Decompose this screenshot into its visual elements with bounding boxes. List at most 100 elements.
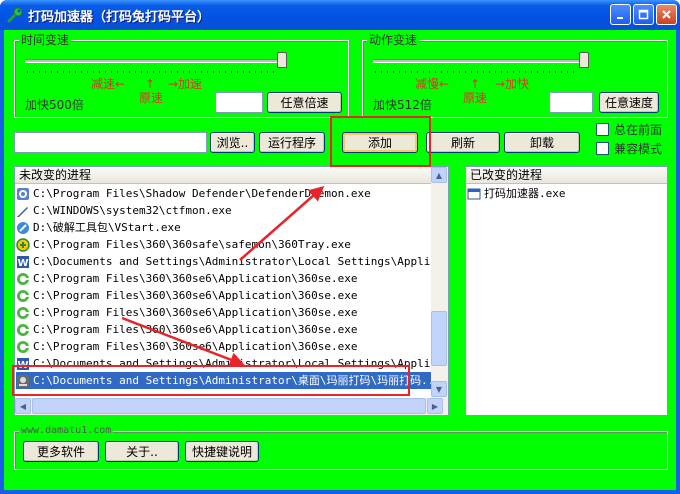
scroll-down-button[interactable]: ▼ [431, 381, 447, 397]
scroll-left-button[interactable]: ◀ [15, 398, 31, 414]
scroll-right-button[interactable]: ▶ [427, 398, 443, 414]
process-path: C:\Program Files\Shadow Defender\Defende… [33, 187, 371, 200]
process-path: C:\Program Files\360\360se6\Application\… [33, 340, 358, 353]
app-window: 打码加速器（打码兔打码平台） 时间变速 减速← ↑ →加速 原速 加快500倍 … [0, 0, 680, 494]
changed-list-header[interactable]: 已改变的进程 [466, 167, 667, 184]
program-path-input[interactable] [14, 132, 207, 153]
browser-icon [17, 289, 29, 302]
time-up-arrow: ↑ [145, 77, 156, 91]
unchanged-list-hscroll[interactable]: ◀ ▶ [15, 398, 448, 415]
browser-icon [17, 272, 29, 285]
tool-icon [17, 221, 29, 234]
svg-text:W: W [17, 258, 28, 269]
process-path: C:\Documents and Settings\Administrator\… [33, 374, 442, 387]
custom-time-speed-button[interactable]: 任意倍速 [267, 92, 342, 113]
action-original-label: 原速 [463, 91, 488, 105]
client-area: 时间变速 减速← ↑ →加速 原速 加快500倍 任意倍速 动作变速 减慢← ↑… [4, 30, 676, 490]
svg-text:W: W [17, 360, 28, 371]
changed-process-row[interactable]: 打码加速器.exe [467, 185, 667, 202]
changed-process-list[interactable]: 已改变的进程 打码加速器.exe [465, 166, 668, 416]
time-speed-group: 时间变速 减速← ↑ →加速 原速 加快500倍 任意倍速 [14, 33, 349, 118]
unchanged-list-vscroll[interactable]: ▲ ▼ [431, 167, 448, 398]
app-icon [17, 374, 29, 387]
time-speed-label: 时间变速 [19, 33, 72, 47]
always-on-top-label: 总在前面 [614, 123, 663, 137]
action-speed-label: 动作变速 [367, 33, 420, 47]
time-speed-input[interactable] [215, 92, 263, 113]
process-path: C:\Program Files\360\360se6\Application\… [33, 323, 358, 336]
shortcut-help-button[interactable]: 快捷键说明 [185, 441, 259, 462]
process-row[interactable]: W C:\Documents and Settings\Administrator… [16, 355, 448, 372]
hscroll-thumb[interactable] [32, 398, 426, 414]
compat-mode-checkbox[interactable] [596, 142, 609, 155]
run-program-button[interactable]: 运行程序 [259, 132, 325, 153]
action-speed-group: 动作变速 减慢← ↑ →加快 原速 加快512倍 任意速度 [362, 33, 668, 118]
time-speed-slider-track[interactable] [25, 59, 277, 63]
title-bar[interactable]: 打码加速器（打码兔打码平台） [0, 0, 680, 30]
footer-url-label: www.damatu1.com [19, 424, 114, 438]
close-icon [662, 10, 671, 19]
process-path: C:\Documents and Settings\Administrator\… [33, 255, 449, 268]
shield-icon [17, 187, 29, 200]
add-button[interactable]: 添加 [342, 132, 418, 153]
process-row[interactable]: C:\Program Files\360\360se6\Application\… [16, 270, 432, 287]
process-path: 打码加速器.exe [484, 187, 566, 200]
browser-icon [17, 323, 29, 336]
process-path: C:\Program Files\360\360se6\Application\… [33, 306, 358, 319]
minimize-icon [617, 17, 623, 19]
process-row[interactable]: D:\破解工具包\VStart.exe [16, 219, 432, 236]
time-speed-status: 加快500倍 [25, 98, 84, 112]
action-speed-slider-track[interactable] [373, 59, 579, 63]
process-row[interactable]: C:\Documents and Settings\Administrator\… [16, 372, 441, 389]
process-row[interactable]: C:\Program Files\360\360se6\Application\… [16, 338, 432, 355]
unload-button[interactable]: 卸载 [504, 132, 580, 153]
process-row[interactable]: C:\Program Files\360\360se6\Application\… [16, 287, 432, 304]
action-slow-label: 减慢← [415, 77, 450, 91]
action-speed-status: 加快512倍 [373, 98, 432, 112]
scroll-up-button[interactable]: ▲ [431, 167, 447, 183]
action-up-arrow: ↑ [470, 77, 481, 91]
maximize-icon [638, 9, 649, 20]
process-row[interactable]: C:\Program Files\360\360se6\Application\… [16, 304, 432, 321]
vscroll-thumb[interactable] [431, 311, 447, 366]
more-software-button[interactable]: 更多软件 [23, 441, 99, 462]
refresh-button[interactable]: 刷新 [426, 132, 500, 153]
unchanged-list-header[interactable]: 未改变的进程 [15, 167, 431, 184]
action-speed-slider-thumb[interactable] [579, 52, 589, 68]
process-row[interactable]: C:\Program Files\360\360safe\safemon\360… [16, 236, 432, 253]
minimize-button[interactable] [610, 4, 631, 25]
browser-icon [17, 306, 29, 319]
time-speed-slider-ticks [27, 71, 277, 73]
window-title: 打码加速器（打码兔打码平台） [28, 10, 211, 25]
pen-icon [17, 206, 28, 217]
time-fast-label: →加速 [168, 77, 203, 91]
compat-mode-label: 兼容模式 [614, 142, 663, 156]
footer-group: www.damatu1.com 更多软件 关于.. 快捷键说明 [14, 424, 668, 470]
process-path: D:\破解工具包\VStart.exe [33, 221, 181, 234]
process-row[interactable]: C:\Program Files\Shadow Defender\Defende… [16, 185, 432, 202]
process-path: C:\Program Files\360\360se6\Application\… [33, 272, 358, 285]
browser-icon [17, 340, 29, 353]
window-icon [467, 188, 481, 199]
process-row[interactable]: C:\WINDOWS\system32\ctfmon.exe [16, 202, 432, 219]
always-on-top-checkbox[interactable] [596, 123, 609, 136]
process-row[interactable]: W C:\Documents and Settings\Administrator… [16, 253, 448, 270]
time-slow-label: 减速← [91, 77, 126, 91]
time-original-label: 原速 [139, 91, 164, 105]
360-safe-icon [16, 237, 30, 252]
unchanged-process-list[interactable]: 未改变的进程 C:\Program Files\Shadow Defender\… [14, 166, 449, 416]
process-path: C:\Documents and Settings\Administrator\… [33, 357, 449, 370]
close-button[interactable] [656, 4, 677, 25]
action-fast-label: →加快 [495, 77, 530, 91]
word-icon: W [17, 255, 29, 269]
action-speed-input[interactable] [549, 92, 593, 113]
time-speed-slider-thumb[interactable] [277, 52, 287, 68]
process-path: C:\Program Files\360\360se6\Application\… [33, 289, 358, 302]
process-row[interactable]: C:\Program Files\360\360se6\Application\… [16, 321, 432, 338]
word-icon: W [17, 357, 29, 371]
browse-button[interactable]: 浏览.. [210, 132, 255, 153]
custom-action-speed-button[interactable]: 任意速度 [599, 92, 659, 113]
about-button[interactable]: 关于.. [105, 441, 179, 462]
maximize-button[interactable] [633, 4, 654, 25]
process-path: C:\Program Files\360\360safe\safemon\360… [33, 238, 351, 251]
